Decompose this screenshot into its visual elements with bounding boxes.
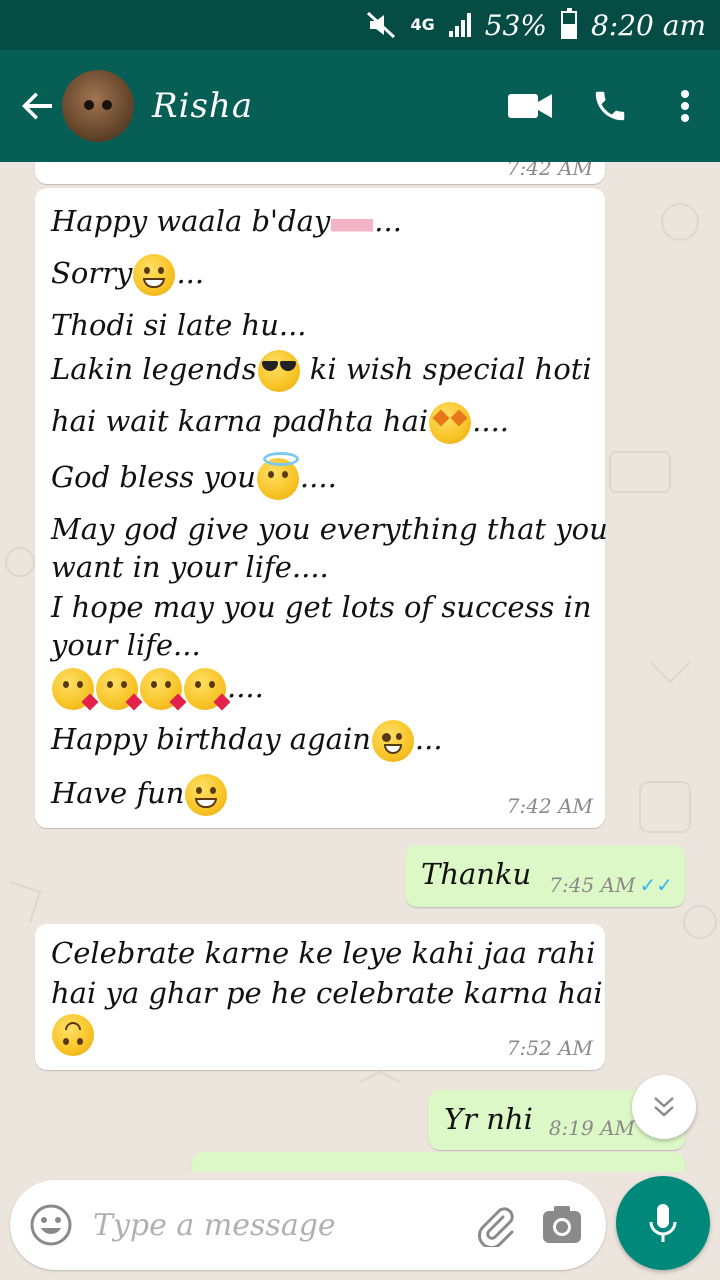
message-line: Sorry... (51, 254, 589, 306)
grinning-face-emoji (185, 774, 228, 816)
message-line: hai ya ghar pe he celebrate karna hai (51, 976, 603, 1010)
smiley-icon (30, 1204, 72, 1246)
sunglasses-face-emoji (257, 350, 300, 392)
back-arrow-icon (22, 92, 52, 120)
camera-icon (543, 1206, 582, 1243)
face-blowing-kiss-emoji (184, 668, 231, 711)
message-bubble-incoming[interactable]: Happy waala b'day... Sorry... Thodi si l… (35, 188, 608, 828)
zany-face-emoji (371, 720, 414, 762)
status-time: 8:20 am (590, 8, 706, 42)
message-line: Happy birthday again... (51, 720, 589, 774)
more-vert-icon (681, 90, 689, 122)
message-line: want in your life.... (51, 550, 329, 584)
message-line: Thodi si late hu... (51, 308, 307, 342)
message-line: .... (51, 668, 589, 720)
face-blowing-kiss-emoji (52, 668, 99, 711)
mute-icon (366, 11, 396, 39)
chat-header: Risha (0, 50, 720, 162)
face-blowing-kiss-emoji (140, 668, 187, 711)
message-time: 7:42 AM (506, 794, 593, 818)
microphone-icon (649, 1204, 677, 1242)
voice-call-button[interactable] (570, 50, 650, 162)
star-struck-emoji (429, 402, 472, 444)
signal-icon (448, 13, 471, 37)
message-input[interactable] (92, 1207, 461, 1243)
message-bubble-previous[interactable]: 7:42 AM (35, 162, 605, 184)
message-line: God bless you.... (51, 452, 589, 510)
face-blowing-kiss-emoji (96, 668, 143, 711)
message-bubble-outgoing[interactable]: Thanku 7:45 AM ✓✓ (405, 845, 685, 907)
battery-percent: 53% (484, 8, 547, 42)
message-line: Celebrate karne ke leye kahi jaa rahi (51, 936, 596, 970)
back-button[interactable] (8, 50, 68, 162)
emoji-button[interactable] (10, 1180, 93, 1270)
message-time: 7:52 AM (506, 1036, 593, 1060)
phone-icon (595, 91, 625, 121)
double-chevron-down-icon (654, 1097, 674, 1117)
contact-name[interactable]: Risha (152, 86, 490, 126)
message-line: I hope may you get lots of success in (51, 590, 592, 624)
birthday-cake-emoji (331, 202, 374, 244)
video-call-icon (508, 94, 552, 118)
voice-message-button[interactable] (616, 1176, 710, 1270)
message-time-with-status: 7:45 AM ✓✓ (549, 873, 673, 897)
message-time: 7:42 AM (506, 162, 593, 180)
attach-button[interactable] (461, 1180, 529, 1270)
double-check-read-icon: ✓✓ (639, 873, 673, 897)
smiling-face-with-halo-emoji (256, 452, 299, 500)
message-composer (10, 1180, 606, 1270)
upside-down-face-emoji (52, 1014, 94, 1056)
message-bubble-outgoing-partial[interactable] (192, 1152, 685, 1172)
message-line: your life... (51, 628, 201, 662)
message-line: Lakin legends ki wish special hoti (51, 350, 592, 402)
message-line: May god give you everything that you (51, 512, 608, 546)
battery-icon (560, 8, 577, 39)
avatar[interactable] (62, 70, 134, 142)
grinning-face-emoji (133, 254, 176, 296)
network-type-indicator: 4G (410, 15, 435, 34)
chat-area[interactable]: 7:42 AM Happy waala b'day... Sorry... Th… (0, 162, 720, 1172)
video-call-button[interactable] (490, 50, 570, 162)
camera-button[interactable] (528, 1180, 596, 1270)
scroll-to-bottom-button[interactable] (632, 1075, 696, 1139)
message-line: hai wait karna padhta hai.... (51, 402, 589, 458)
message-time: 8:19 AM (548, 1116, 635, 1140)
message-bubble-incoming[interactable]: Celebrate karne ke leye kahi jaa rahi ha… (35, 924, 605, 1070)
status-bar: 4G 53% 8:20 am (0, 0, 720, 50)
message-line: Happy waala b'day... (51, 202, 589, 254)
paperclip-icon (477, 1207, 514, 1247)
more-options-button[interactable] (650, 50, 720, 162)
